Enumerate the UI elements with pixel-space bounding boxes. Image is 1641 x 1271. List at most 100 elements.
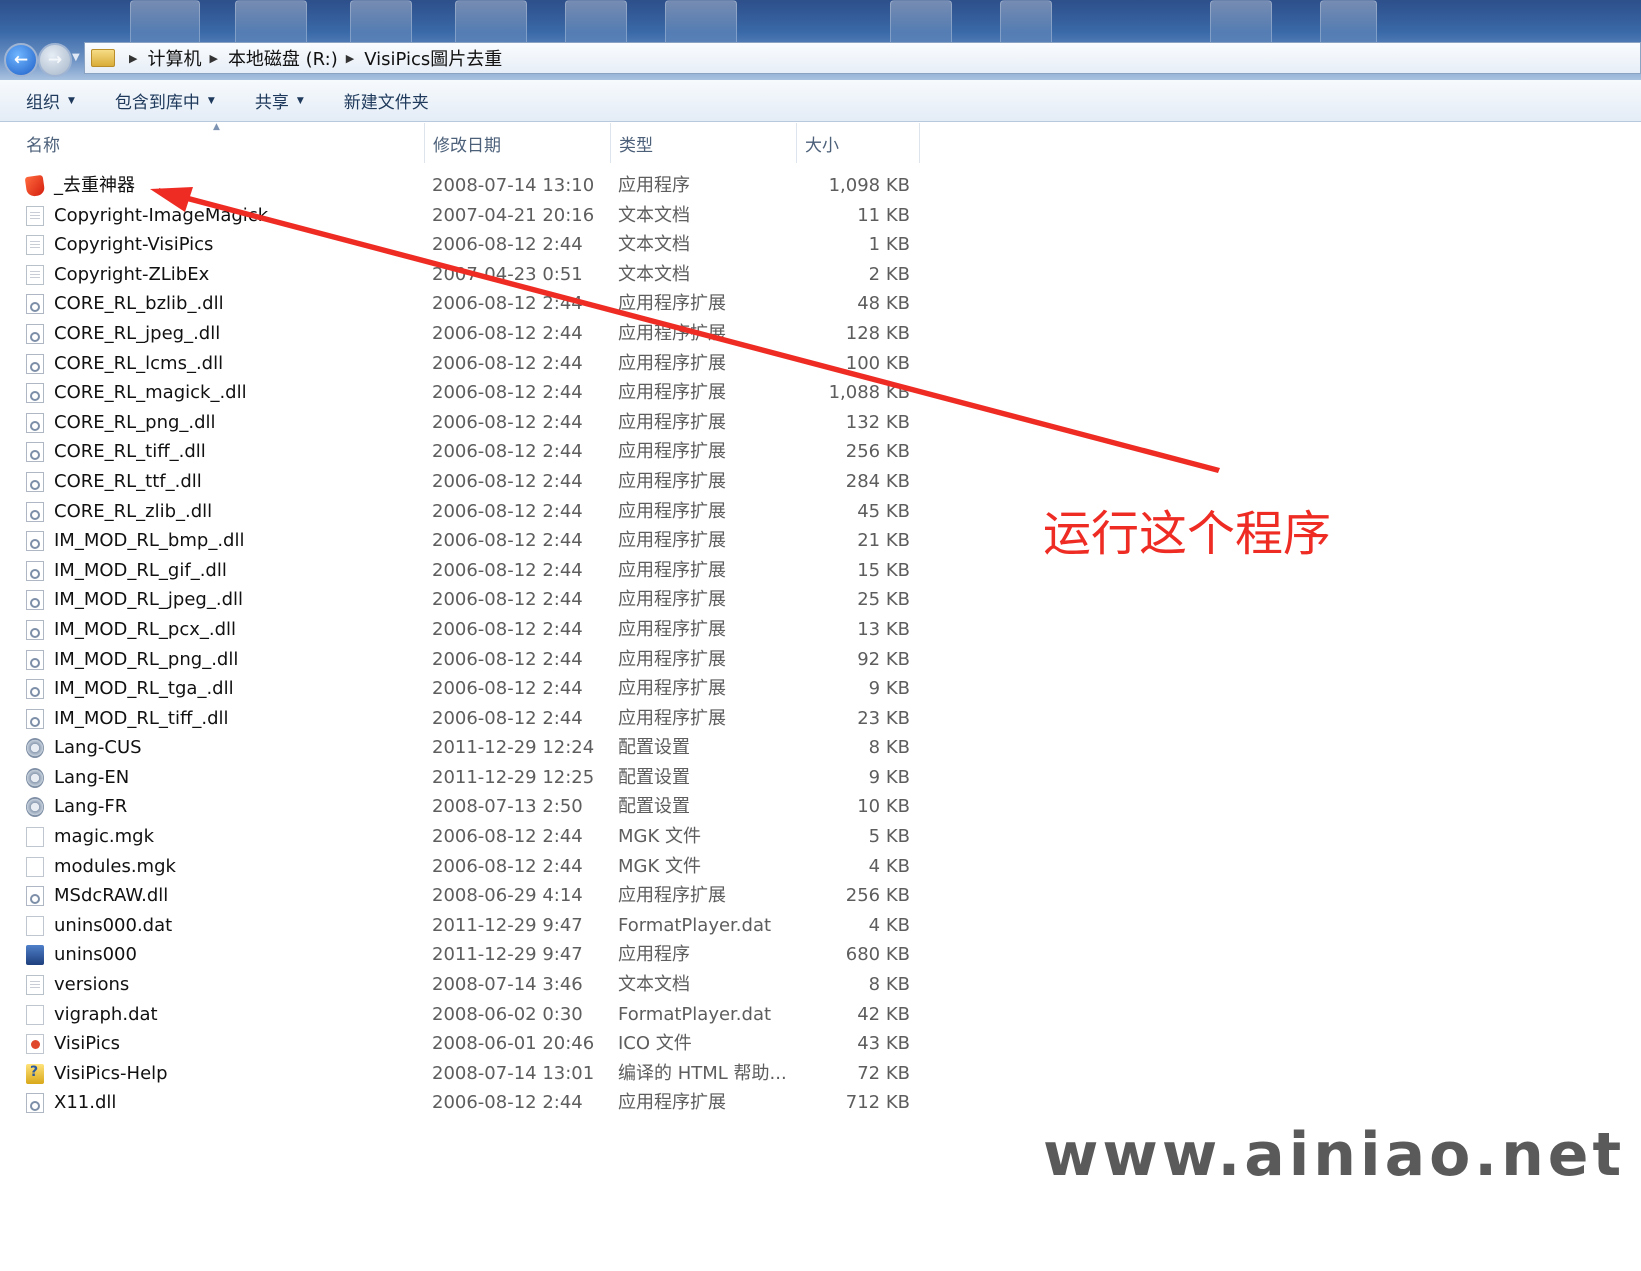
desktop-background-tile [890, 0, 952, 46]
file-type: 应用程序扩展 [618, 470, 726, 492]
file-row[interactable]: CORE_RL_jpeg_.dll 2006-08-12 2:44 应用程序扩展 12… [0, 319, 930, 349]
file-row[interactable]: _去重神器 2008-07-14 13:10 应用程序 1,098 KB [0, 171, 930, 201]
file-size: 4 KB [868, 855, 910, 877]
file-row[interactable]: IM_MOD_RL_tiff_.dll 2006-08-12 2:44 应用程序扩展… [0, 704, 930, 734]
file-date: 2008-06-01 20:46 [432, 1033, 595, 1055]
app-icon [24, 174, 46, 198]
file-row[interactable]: unins000.dat 2011-12-29 9:47 FormatPlayer.… [0, 911, 930, 941]
share-button[interactable]: 共享 ▼ [255, 88, 304, 113]
file-row[interactable]: MSdcRAW.dll 2008-06-29 4:14 应用程序扩展 256 KB [0, 881, 930, 911]
breadcrumb-computer[interactable]: 计算机 [147, 45, 201, 71]
file-row[interactable]: IM_MOD_RL_bmp_.dll 2006-08-12 2:44 应用程序扩展 2… [0, 526, 930, 556]
desktop-background-tile [235, 0, 307, 46]
file-type: 配置设置 [618, 766, 690, 788]
file-type: FormatPlayer.dat [618, 914, 772, 936]
blank-file-icon [26, 827, 44, 848]
desktop-background-tile [1210, 0, 1272, 46]
file-row[interactable]: modules.mgk 2006-08-12 2:44 MGK 文件 4 KB [0, 852, 930, 882]
chevron-down-icon: ▼ [72, 52, 80, 63]
file-row[interactable]: IM_MOD_RL_pcx_.dll 2006-08-12 2:44 应用程序扩展 1… [0, 615, 930, 645]
file-type: 文本文档 [618, 974, 690, 996]
file-name: VisiPics-Help [54, 1062, 168, 1084]
column-header-date-label: 修改日期 [433, 135, 501, 156]
column-header-size[interactable]: 大小 [796, 123, 920, 163]
file-row[interactable]: Copyright-ZLibEx 2007-04-23 0:51 文本文档 2 KB [0, 260, 930, 290]
file-name: IM_MOD_RL_tiff_.dll [54, 707, 229, 729]
file-row[interactable]: CORE_RL_bzlib_.dll 2006-08-12 2:44 应用程序扩展 4… [0, 289, 930, 319]
file-row[interactable]: Lang-CUS 2011-12-29 12:24 配置设置 8 KB [0, 733, 930, 763]
file-row[interactable]: IM_MOD_RL_gif_.dll 2006-08-12 2:44 应用程序扩展 1… [0, 556, 930, 586]
recent-pages-dropdown[interactable]: ▼ [72, 52, 80, 63]
chevron-right-icon[interactable]: ▶ [209, 52, 217, 65]
file-name: modules.mgk [54, 855, 176, 877]
file-row[interactable]: unins000 2011-12-29 9:47 应用程序 680 KB [0, 940, 930, 970]
new-folder-button[interactable]: 新建文件夹 [344, 88, 429, 113]
file-name: CORE_RL_zlib_.dll [54, 500, 213, 522]
column-header-size-label: 大小 [805, 135, 839, 156]
file-row[interactable]: Copyright-ImageMagick 2007-04-21 20:16 文本文… [0, 201, 930, 231]
file-row[interactable]: Lang-EN 2011-12-29 12:25 配置设置 9 KB [0, 763, 930, 793]
file-row[interactable]: Lang-FR 2008-07-13 2:50 配置设置 10 KB [0, 792, 930, 822]
file-date: 2006-08-12 2:44 [432, 1092, 583, 1114]
file-date: 2011-12-29 9:47 [432, 944, 583, 966]
file-name: Copyright-VisiPics [54, 234, 214, 256]
forward-button[interactable]: → [38, 43, 72, 77]
file-size: 15 KB [857, 559, 910, 581]
command-toolbar: 组织 ▼ 包含到库中 ▼ 共享 ▼ 新建文件夹 [0, 80, 1641, 122]
chevron-right-icon[interactable]: ▶ [129, 52, 137, 65]
file-size: 9 KB [868, 678, 910, 700]
breadcrumb-current-folder[interactable]: VisiPics圖片去重 [364, 45, 502, 71]
file-type: 应用程序扩展 [618, 559, 726, 581]
file-type: 应用程序扩展 [618, 322, 726, 344]
column-header-type[interactable]: 类型 [610, 123, 796, 163]
file-row[interactable]: versions 2008-07-14 3:46 文本文档 8 KB [0, 970, 930, 1000]
file-row[interactable]: CORE_RL_png_.dll 2006-08-12 2:44 应用程序扩展 132… [0, 408, 930, 438]
file-type: 应用程序扩展 [618, 500, 726, 522]
include-in-library-button[interactable]: 包含到库中 ▼ [115, 88, 215, 113]
file-row[interactable]: VisiPics-Help 2008-07-14 13:01 编译的 HTML 帮助… [0, 1058, 930, 1089]
file-type: MGK 文件 [618, 855, 702, 877]
breadcrumb-local-disk[interactable]: 本地磁盘 (R:) [228, 45, 338, 71]
file-type: ICO 文件 [618, 1033, 692, 1055]
file-date: 2011-12-29 12:25 [432, 766, 595, 788]
file-name: CORE_RL_lcms_.dll [54, 352, 224, 374]
file-name: MSdcRAW.dll [54, 885, 169, 907]
file-type: 文本文档 [618, 204, 690, 226]
file-row[interactable]: CORE_RL_tiff_.dll 2006-08-12 2:44 应用程序扩展 25… [0, 437, 930, 467]
file-type: MGK 文件 [618, 826, 702, 848]
file-date: 2006-08-12 2:44 [432, 382, 583, 404]
file-date: 2008-07-14 13:01 [432, 1062, 595, 1084]
file-type: 应用程序扩展 [618, 618, 726, 640]
dll-icon [26, 619, 44, 640]
column-header-date[interactable]: 修改日期 [424, 123, 610, 163]
file-row[interactable]: X11.dll 2006-08-12 2:44 应用程序扩展 712 KB [0, 1088, 930, 1118]
file-row[interactable]: CORE_RL_zlib_.dll 2006-08-12 2:44 应用程序扩展 45… [0, 497, 930, 527]
organize-button[interactable]: 组织 ▼ [26, 88, 75, 113]
chevron-right-icon[interactable]: ▶ [346, 52, 354, 65]
file-name: magic.mgk [54, 826, 154, 848]
file-type: 应用程序 [618, 175, 690, 196]
file-type: 应用程序扩展 [618, 293, 726, 315]
file-date: 2006-08-12 2:44 [432, 826, 583, 848]
file-row[interactable]: IM_MOD_RL_tga_.dll 2006-08-12 2:44 应用程序扩展 9… [0, 674, 930, 704]
file-row[interactable]: Copyright-VisiPics 2006-08-12 2:44 文本文档 1 K… [0, 230, 930, 260]
chevron-down-icon: ▼ [207, 95, 215, 106]
file-row[interactable]: VisiPics 2008-06-01 20:46 ICO 文件 43 KB [0, 1029, 930, 1059]
back-button[interactable]: ← [4, 43, 38, 77]
file-row[interactable]: IM_MOD_RL_jpeg_.dll 2006-08-12 2:44 应用程序扩展… [0, 585, 930, 615]
file-row[interactable]: IM_MOD_RL_png_.dll 2006-08-12 2:44 应用程序扩展 9… [0, 645, 930, 675]
file-row[interactable]: magic.mgk 2006-08-12 2:44 MGK 文件 5 KB [0, 822, 930, 852]
file-row[interactable]: CORE_RL_lcms_.dll 2006-08-12 2:44 应用程序扩展 10… [0, 349, 930, 379]
dll-icon [26, 471, 44, 492]
dll-icon [26, 501, 44, 522]
address-bar[interactable]: ▶ 计算机 ▶ 本地磁盘 (R:) ▶ VisiPics圖片去重 [84, 42, 1641, 74]
file-row[interactable]: CORE_RL_ttf_.dll 2006-08-12 2:44 应用程序扩展 284… [0, 467, 930, 497]
file-type: 应用程序 [618, 944, 690, 966]
column-header-name[interactable]: 名称 [0, 123, 424, 163]
file-size: 9 KB [868, 766, 910, 788]
file-date: 2007-04-21 20:16 [432, 204, 595, 226]
file-row[interactable]: vigraph.dat 2008-06-02 0:30 FormatPlayer.d… [0, 1000, 930, 1030]
file-size: 45 KB [857, 500, 910, 522]
desktop-background-tile [1000, 0, 1052, 46]
file-row[interactable]: CORE_RL_magick_.dll 2006-08-12 2:44 应用程序扩展… [0, 378, 930, 408]
